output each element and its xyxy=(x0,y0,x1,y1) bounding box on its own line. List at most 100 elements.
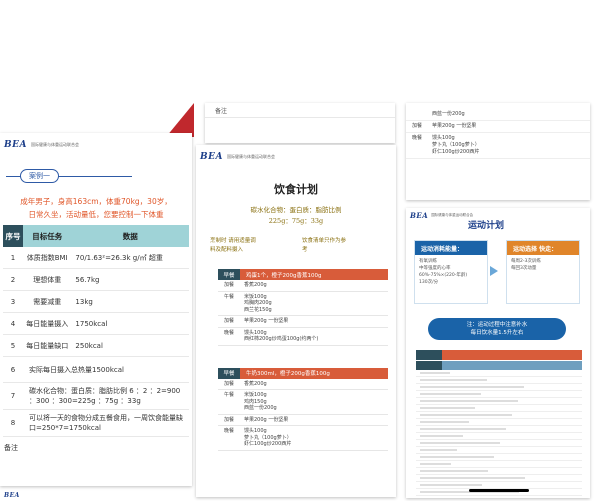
tip-line: 饮食清单只作为参 xyxy=(302,238,347,244)
pill-line: 注：运动过程中注意补水 xyxy=(466,322,528,328)
fragment-rows: 西蓝一份200g 加餐 苹果200g 一份坚果晚餐 馒头100g 萝卜丸（100g萝卜）… xyxy=(406,109,590,159)
mode-list: 每周2-3次训练 每回3次动量 xyxy=(507,255,579,275)
row-task: 碳水化合物：蛋白质：脂肪比例 6 ：2 ：2=900 ：300 ：300=225… xyxy=(23,382,189,410)
meal-row-name: 加餐 xyxy=(411,123,422,129)
table-lines xyxy=(416,370,582,496)
meal-food: 虾仁100g炒200西芹 xyxy=(244,441,292,447)
exercise-plan-panel: BEA 国际健康与体重运动联合会 运动计划 运动消耗能量： 有氧训练 中等强度的… xyxy=(406,208,590,498)
meal-plan-2: 早餐 牛奶300ml，橙子200g香蕉100g 加餐 香蕉200g 午餐 米饭100g… xyxy=(218,367,388,451)
row-task: 每日能量摄入 xyxy=(23,312,72,335)
mid-top-fragment: 备注 xyxy=(205,103,395,143)
meal-row: 午餐 米饭100g 鸡肉150g 西蓝一份200g xyxy=(218,390,388,415)
pill-line: 每日饮水量1.5升左右 xyxy=(470,330,524,336)
meal-row: 西蓝一份200g xyxy=(406,109,590,121)
table-row: 4 每日能量摄入 1750kcal xyxy=(3,312,189,335)
mid-top-note: 备注 xyxy=(215,108,228,115)
meal-row: 午餐 米饭100g 鸡胸肉200g 西兰花150g xyxy=(218,292,388,316)
meal-head: 早餐 鸡蛋1个，橙子200g香蕉100g xyxy=(218,269,388,280)
table-row xyxy=(416,461,582,468)
case-calculation-panel: BEA 国际健康与体重运动联合会 案例一 成年男子，身高163cm，体重70kg… xyxy=(0,133,192,486)
table-row: 6 实际每日摄入总热量1500kcal xyxy=(3,356,189,383)
mode-head: 运动消耗能量： xyxy=(415,241,487,255)
mode-item: 每回3次动量 xyxy=(511,266,537,271)
intro-line: 成年男子，身高163cm，体重70kg，30岁， xyxy=(20,197,172,206)
meal-items: 鸡蛋1个，橙子200g香蕉100g xyxy=(240,269,388,280)
row-task: 需要减重 xyxy=(23,290,72,313)
diet-plan-title: 饮食计划 xyxy=(274,183,318,196)
note-label: 备注 xyxy=(4,444,18,452)
table-row xyxy=(416,447,582,454)
row-number: 1 xyxy=(3,247,23,269)
panel-header: BEA 国际健康与体重运动联合会 xyxy=(196,145,396,169)
meal-row: 加餐 苹果200g 一份坚果 xyxy=(218,316,388,328)
energy-mode-box: 运动消耗能量： 有氧训练 中等强度的心率 60%-75%×(220-年龄) 13… xyxy=(414,240,488,304)
table-row: 7 碳水化合物：蛋白质：脂肪比例 6 ：2 ：2=900 ：300 ：300=22… xyxy=(3,382,189,410)
bottom-logo-text: BEA xyxy=(4,492,20,499)
row-number: 6 xyxy=(3,356,23,383)
table-band xyxy=(416,350,582,360)
meal-name: 早餐 xyxy=(218,269,240,280)
table-row xyxy=(416,412,582,419)
meal-row-name: 午餐 xyxy=(223,392,234,398)
mode-item: 有氧训练 xyxy=(419,259,437,264)
row-value: 56.7kg xyxy=(71,268,189,291)
tip-right: 饮食清单只作为参 考 xyxy=(302,237,382,255)
macro-summary: 碳水化合物：蛋白质：脂肪比例 225g：75g：33g xyxy=(196,205,396,227)
meal-items: 牛奶300ml，橙子200g香蕉100g xyxy=(240,367,388,379)
row-task: 理想体重 xyxy=(23,268,72,291)
exercise-schedule-table xyxy=(416,350,582,496)
row-task: 可以将一天的食物分成五餐食用，一周饮食能量缺口=250*7=1750kcal xyxy=(23,409,189,437)
divider xyxy=(205,117,395,118)
meal-row-items: 西蓝一份200g xyxy=(428,109,590,120)
mode-list: 有氧训练 中等强度的心率 60%-75%×(220-年龄) 130次/分 xyxy=(415,255,487,289)
meal-row-items: 馒头100g 萝卜丸（100g萝卜） 虾仁100g炒200西芹 xyxy=(428,133,590,158)
arrow-right-icon xyxy=(490,266,498,276)
row-task: 体质指数BMI xyxy=(23,247,72,269)
hydration-note: 注：运动过程中注意补水 每日饮水量1.5升左右 xyxy=(428,318,566,340)
table-row: 5 每日能量缺口 250kcal xyxy=(3,334,189,357)
table-row xyxy=(416,433,582,440)
meal-row-name xyxy=(406,109,428,120)
row-task: 每日能量缺口 xyxy=(23,334,72,357)
bottom-logo: BEA xyxy=(4,492,20,499)
meal-row-name: 午餐 xyxy=(223,293,234,300)
meal-row-name: 晚餐 xyxy=(411,135,422,141)
meal-row-items: 馒头100g 西红柿200g炒鸡蛋100g(约两个) xyxy=(240,328,388,345)
intro-line: 日常久坐，活动量低，您要控制一下体重 xyxy=(28,210,164,219)
meal-row-items: 米饭100g 鸡胸肉200g 西兰花150g xyxy=(240,292,388,316)
meal-food: 西蓝一份200g xyxy=(244,405,277,411)
meal-row-name: 加餐 xyxy=(223,318,234,324)
row-value: 70/1.63²=26.3k g/㎡ 超重 xyxy=(71,247,189,269)
meal-row-items: 馒头100g 萝卜丸（100g萝卜） 虾仁100g炒200西芹 xyxy=(240,426,388,450)
row-value: 1750kcal xyxy=(71,312,189,335)
org-name: 国际健康与体重运动联合会 xyxy=(30,142,79,147)
table-row xyxy=(416,377,582,384)
meal-food: 苹果200g 一份坚果 xyxy=(432,123,477,129)
summary-line: 225g：75g：33g xyxy=(268,217,324,225)
summary-line: 碳水化合物：蛋白质：脂肪比例 xyxy=(250,206,342,214)
meal-plan-1: 早餐 鸡蛋1个，橙子200g香蕉100g 加餐 香蕉200g 午餐 米饭100g 鸡胸肉… xyxy=(218,269,388,346)
meal-food: 苹果200g 一份坚果 xyxy=(244,318,289,324)
panel-header: BEA 国际健康与体重运动联合会 xyxy=(0,133,192,157)
home-indicator xyxy=(469,489,529,492)
table-row xyxy=(416,475,582,482)
meal-food: 西蓝一份200g xyxy=(432,111,465,117)
meal-row-name: 加餐 xyxy=(223,282,234,288)
meal-row-name: 晚餐 xyxy=(223,428,234,434)
meal-row-name: 晚餐 xyxy=(223,329,234,336)
table-row: 8 可以将一天的食物分成五餐食用，一周饮食能量缺口=250*7=1750kcal xyxy=(3,409,189,437)
bea-logo: BEA xyxy=(410,210,429,220)
org-name: 国际健康与体重运动联合会 xyxy=(226,154,275,159)
bea-logo: BEA xyxy=(4,140,27,150)
meal-food: 馒头100g xyxy=(432,135,455,141)
meal-row-items: 苹果200g 一份坚果 xyxy=(428,121,590,132)
meal-row-name: 加餐 xyxy=(223,380,234,387)
table-header-row: 序号 目标任务 数据 xyxy=(3,225,189,247)
row-task: 实际每日摄入总热量1500kcal xyxy=(23,356,189,383)
meal-row-items: 苹果200g 一份坚果 xyxy=(240,316,388,327)
meal-row-items: 米饭100g 鸡肉150g 西蓝一份200g xyxy=(240,390,388,414)
diet-tips: 烹制时 请用适量调 料及配料摄入 饮食清单只作为参 考 xyxy=(210,237,382,255)
meal-head: 早餐 牛奶300ml，橙子200g香蕉100g xyxy=(218,367,388,379)
col-header-seq: 序号 xyxy=(3,225,23,247)
table-row xyxy=(416,426,582,433)
